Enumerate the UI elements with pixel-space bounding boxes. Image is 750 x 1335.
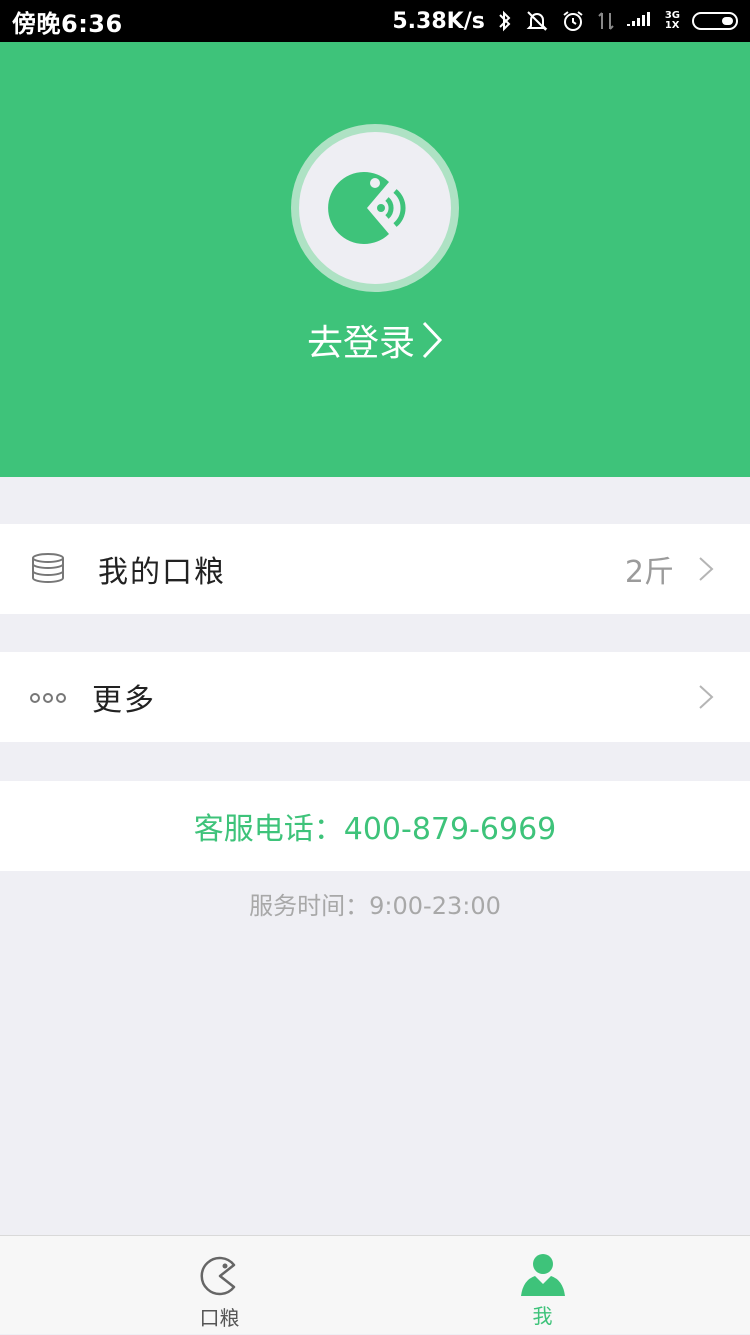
tab-bar: 口粮 我 [0, 1235, 750, 1334]
chevron-right-icon [422, 321, 443, 359]
network-type-bottom: 1X [664, 20, 680, 31]
chevron-right-icon [699, 685, 714, 709]
more-label: 更多 [92, 683, 156, 718]
profile-header: 去登录 [0, 42, 750, 477]
customer-service-phone[interactable]: 客服电话：400-879-6969 [0, 781, 750, 871]
pacman-icon [200, 1256, 235, 1296]
alarm-icon [561, 9, 585, 33]
network-type: 3G 1X [665, 11, 680, 31]
pacman-wifi-logo-icon [328, 172, 406, 244]
coin-stack-icon [32, 553, 64, 583]
dots-icon [30, 693, 66, 703]
mute-bell-icon [525, 9, 549, 33]
service-hours: 服务时间：9:00-23:00 [249, 892, 501, 920]
avatar[interactable] [291, 124, 459, 292]
my-rations-value: 2斤 [624, 555, 674, 590]
login-label: 去登录 [306, 323, 415, 364]
my-rations-label: 我的口粮 [98, 555, 226, 590]
battery-level [722, 17, 733, 25]
battery-icon [692, 12, 738, 30]
more-row[interactable]: 更多 [0, 652, 750, 742]
data-arrows-icon [597, 9, 615, 33]
tab-rations-label: 口粮 [199, 1306, 240, 1330]
signal-icon [626, 12, 653, 30]
login-link[interactable]: 去登录 [0, 314, 750, 366]
customer-service-phone-text: 客服电话：400-879-6969 [193, 812, 557, 847]
tab-me[interactable]: 我 [355, 1236, 730, 1335]
chevron-right-icon [699, 557, 714, 581]
tab-rations[interactable]: 口粮 [32, 1236, 407, 1335]
tab-me-label: 我 [532, 1304, 553, 1328]
avatar-inner [299, 132, 451, 284]
status-time: 傍晚6:36 [12, 9, 123, 38]
status-bar: 傍晚6:36 5.38K/s 3G 1X [0, 0, 750, 42]
bluetooth-icon [497, 9, 513, 33]
my-rations-row[interactable]: 我的口粮 2斤 [0, 524, 750, 614]
person-icon [520, 1254, 565, 1296]
network-speed: 5.38K/s [392, 8, 485, 34]
status-icons: 5.38K/s 3G 1X [392, 9, 738, 34]
